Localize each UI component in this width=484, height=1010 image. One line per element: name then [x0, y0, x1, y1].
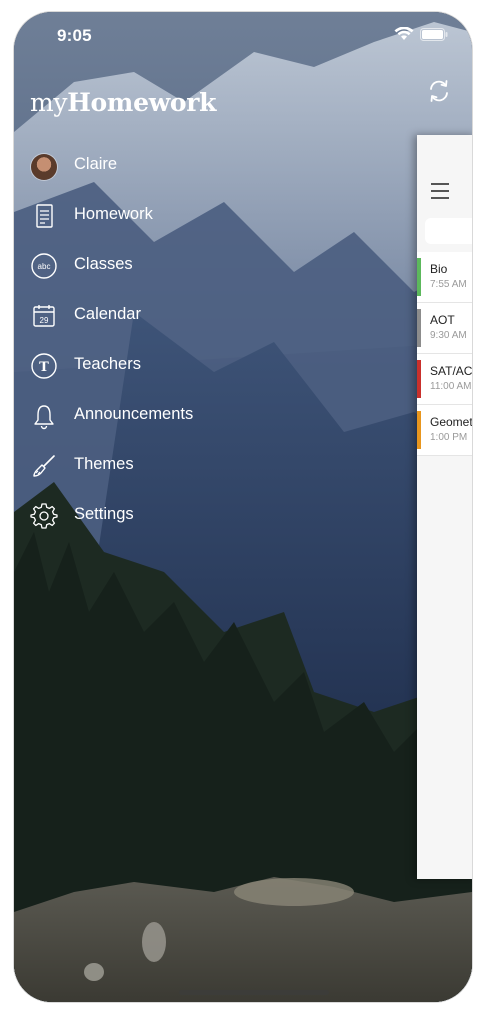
menu-item-label: Themes [74, 455, 134, 473]
classes-abc-icon: abc [30, 252, 58, 280]
phone-screen: 9:05 myHomework Claire Homework abc Clas… [14, 12, 472, 1002]
wifi-icon [394, 27, 414, 40]
menu-item-announcements[interactable]: Announcements [14, 390, 354, 440]
app-title: myHomework [30, 88, 216, 117]
menu-item-homework[interactable]: Homework [14, 190, 354, 240]
homework-time: 11:00 AM [430, 381, 472, 392]
calendar-icon: 29 [30, 302, 58, 330]
svg-text:29: 29 [40, 316, 49, 325]
menu-item-label: Teachers [74, 355, 141, 373]
avatar [31, 154, 57, 180]
homework-class-name: AOT [430, 313, 455, 327]
menu-item-settings[interactable]: Settings [14, 490, 354, 540]
homework-class-name: Geometry [430, 415, 472, 429]
homework-list-item[interactable]: Geometry 1:00 PM [417, 405, 472, 456]
menu-item-profile[interactable]: Claire [14, 140, 354, 190]
search-input[interactable] [425, 218, 472, 244]
app-title-prefix: my [30, 88, 68, 117]
menu-item-themes[interactable]: Themes [14, 440, 354, 490]
class-color-bar [417, 360, 421, 398]
hamburger-menu-icon[interactable] [431, 183, 453, 201]
bell-icon [30, 402, 58, 430]
menu-item-calendar[interactable]: 29 Calendar [14, 290, 354, 340]
homework-class-name: SAT/ACT [430, 364, 472, 378]
homework-list-item[interactable]: SAT/ACT 11:00 AM [417, 354, 472, 405]
class-color-bar [417, 309, 421, 347]
class-color-bar [417, 258, 421, 296]
status-bar: 9:05 [14, 12, 472, 60]
menu-item-label: Claire [74, 155, 118, 173]
homework-time: 1:00 PM [430, 432, 468, 443]
app-title-main: Homework [67, 88, 217, 117]
menu-item-label: Classes [74, 255, 133, 273]
homework-time: 7:55 AM [430, 279, 467, 290]
svg-text:T: T [39, 360, 49, 375]
menu-item-label: Announcements [74, 405, 194, 423]
homework-time: 9:30 AM [430, 330, 467, 341]
gear-icon [30, 502, 58, 530]
homework-list: Bio 7:55 AM AOT 9:30 AM SAT/ACT 11:00 AM… [417, 252, 472, 456]
menu-item-classes[interactable]: abc Classes [14, 240, 354, 290]
class-color-bar [417, 411, 421, 449]
menu-item-label: Homework [74, 205, 153, 223]
side-menu: Claire Homework abc Classes 29 Calendar … [14, 140, 354, 540]
main-content-panel[interactable]: Bio 7:55 AM AOT 9:30 AM SAT/ACT 11:00 AM… [417, 135, 472, 879]
paintbrush-icon [30, 452, 58, 480]
menu-item-label: Settings [74, 505, 134, 523]
menu-item-teachers[interactable]: T Teachers [14, 340, 354, 390]
home-indicator[interactable] [179, 990, 329, 995]
refresh-icon[interactable] [424, 76, 454, 106]
homework-list-item[interactable]: Bio 7:55 AM [417, 252, 472, 303]
teachers-icon: T [30, 352, 58, 380]
status-time: 9:05 [57, 26, 92, 45]
homework-icon [30, 202, 58, 230]
svg-text:abc: abc [38, 262, 51, 271]
homework-class-name: Bio [430, 262, 448, 276]
menu-item-label: Calendar [74, 305, 141, 323]
homework-list-item[interactable]: AOT 9:30 AM [417, 303, 472, 354]
battery-icon [420, 28, 448, 41]
